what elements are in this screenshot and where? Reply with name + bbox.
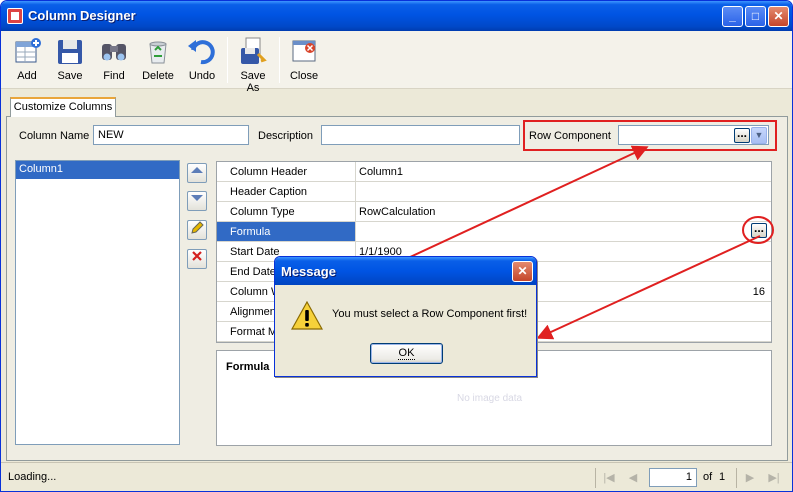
move-down-button[interactable] xyxy=(187,191,207,211)
column-name-field[interactable]: NEW xyxy=(93,125,249,145)
ok-button[interactable]: OK xyxy=(370,343,443,364)
row-component-label: Row Component xyxy=(529,130,611,142)
grid-row-name: Header Caption xyxy=(217,182,356,201)
dialog-close-button[interactable]: ✕ xyxy=(512,261,533,282)
save-label: Save xyxy=(57,70,83,82)
grid-row[interactable]: Column Header Column1 xyxy=(217,162,771,182)
delete-label: Delete xyxy=(142,70,174,82)
grid-row-name: Formula xyxy=(217,222,356,241)
save-as-button[interactable]: Save As xyxy=(233,34,273,94)
list-item[interactable]: Column1 xyxy=(16,161,179,179)
column-list[interactable]: Column1 xyxy=(15,160,180,445)
page-of-label: of xyxy=(703,471,713,483)
remove-button[interactable] xyxy=(187,249,207,269)
minimize-button[interactable]: _ xyxy=(722,6,743,27)
move-up-button[interactable] xyxy=(187,163,207,183)
prev-page-icon[interactable]: ◀ xyxy=(623,468,643,488)
last-page-icon[interactable]: ▶| xyxy=(764,468,784,488)
edit-button[interactable] xyxy=(187,220,207,240)
close-label: Close xyxy=(289,70,319,82)
column-designer-window: Column Designer _ □ ✕ Add Save Find Dele… xyxy=(0,0,793,492)
formula-ellipsis-button[interactable]: ... xyxy=(751,222,767,238)
grid-row[interactable]: Column Type RowCalculation xyxy=(217,202,771,222)
next-page-icon[interactable]: ▶ xyxy=(740,468,760,488)
grid-row-value[interactable] xyxy=(356,182,771,201)
grid-row-name: Column Type xyxy=(217,202,356,221)
undo-icon xyxy=(188,40,215,65)
maximize-button[interactable]: □ xyxy=(745,6,766,27)
description-label: Description xyxy=(258,130,314,142)
add-button[interactable]: Add xyxy=(7,34,47,86)
binoculars-icon xyxy=(102,44,126,61)
red-x-icon xyxy=(192,251,202,261)
ellipsis-icon[interactable]: ... xyxy=(734,127,750,143)
undo-label: Undo xyxy=(188,70,216,82)
save-icon xyxy=(58,40,82,64)
status-bar: Loading... |◀ ◀ 1 of 1 ▶ ▶| xyxy=(1,462,792,491)
dialog-title-bar[interactable]: Message ✕ xyxy=(275,257,536,285)
pencil-icon xyxy=(191,221,204,234)
save-button[interactable]: Save xyxy=(50,34,90,86)
description-field[interactable] xyxy=(321,125,520,145)
title-bar[interactable]: Column Designer _ □ ✕ xyxy=(1,1,792,31)
dialog-message: You must select a Row Component first! xyxy=(332,308,528,320)
delete-button[interactable]: Delete xyxy=(138,34,178,86)
tab-customize-columns[interactable]: Customize Columns xyxy=(10,97,116,117)
page-number-input[interactable]: 1 xyxy=(649,468,697,487)
find-button[interactable]: Find xyxy=(94,34,134,86)
toolbar-separator xyxy=(227,37,228,83)
save-as-label: Save As xyxy=(240,70,266,94)
grid-row-value[interactable]: RowCalculation xyxy=(356,202,771,221)
dialog-title: Message xyxy=(281,264,336,279)
grid-row-name: Column Header xyxy=(217,162,356,181)
status-text: Loading... xyxy=(8,471,57,483)
warning-icon xyxy=(291,301,323,330)
add-label: Add xyxy=(17,70,37,82)
close-form-icon xyxy=(292,40,316,62)
toolbar: Add Save Find Delete Undo Save As Close xyxy=(1,31,792,94)
find-label: Find xyxy=(103,70,125,82)
column-name-label: Column Name xyxy=(19,130,90,142)
page-total: 1 xyxy=(719,471,726,483)
status-separator xyxy=(595,468,596,488)
grid-row-value[interactable] xyxy=(356,222,771,241)
row-component-combo[interactable]: ... ▼ xyxy=(618,125,769,145)
message-dialog: Message ✕ You must select a Row Componen… xyxy=(274,256,537,377)
chevron-down-icon[interactable]: ▼ xyxy=(751,127,767,144)
app-icon xyxy=(7,8,23,24)
recycle-bin-icon xyxy=(149,41,167,64)
close-window-button[interactable]: ✕ xyxy=(768,6,789,27)
status-separator xyxy=(736,468,737,488)
grid-row-selected[interactable]: Formula xyxy=(217,222,771,242)
description-pane-title: Formula xyxy=(226,361,270,373)
description-pane-watermark: No image data xyxy=(457,393,523,404)
toolbar-separator xyxy=(279,37,280,83)
close-button[interactable]: Close xyxy=(284,34,324,86)
ok-label: OK xyxy=(397,347,416,360)
undo-button[interactable]: Undo xyxy=(182,34,222,86)
add-icon xyxy=(15,38,41,63)
triangle-down-icon xyxy=(191,195,203,201)
window-title: Column Designer xyxy=(28,8,136,23)
triangle-up-icon xyxy=(191,167,203,173)
grid-row[interactable]: Header Caption xyxy=(217,182,771,202)
grid-row-value[interactable]: Column1 xyxy=(356,162,771,181)
save-as-icon xyxy=(241,37,267,64)
first-page-icon[interactable]: |◀ xyxy=(599,468,619,488)
